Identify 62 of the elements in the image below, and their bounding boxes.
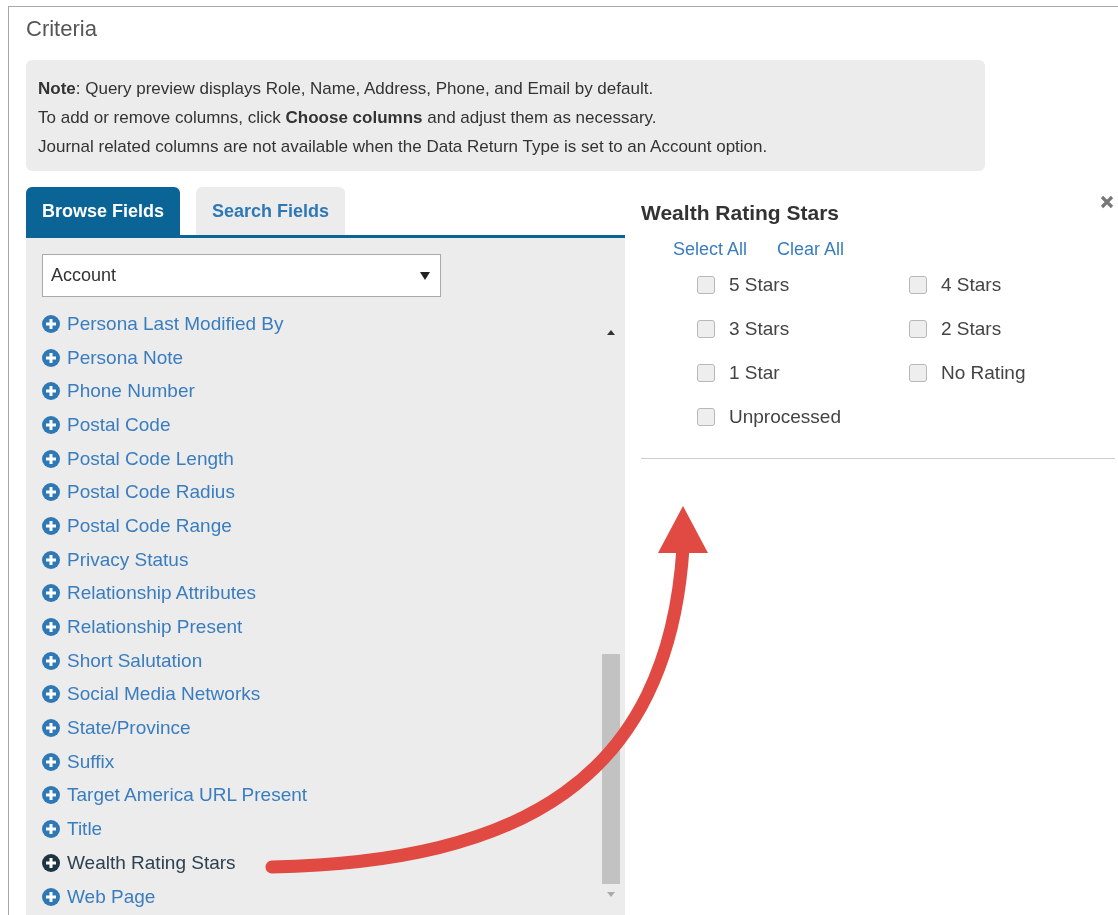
field-item[interactable]: Social Media Networks <box>42 677 261 712</box>
plus-icon <box>42 415 60 434</box>
plus-icon <box>42 449 60 468</box>
tab[interactable]: Search Fields <box>196 187 346 235</box>
field-item[interactable]: Postal Code Range <box>42 509 232 543</box>
plus-icon <box>42 382 60 401</box>
checkbox[interactable] <box>697 364 715 382</box>
plus-icon <box>42 853 60 872</box>
field-item[interactable]: Relationship Attributes <box>42 576 257 611</box>
field-item[interactable]: Target America URL Present <box>42 778 308 813</box>
checkbox[interactable] <box>697 320 715 338</box>
checkbox-label: No Rating <box>941 362 1026 384</box>
plus-icon <box>42 483 60 502</box>
checkbox-label: 4 Stars <box>941 274 1002 296</box>
caret-icon <box>420 271 430 280</box>
checkbox-label: 5 Stars <box>729 274 790 296</box>
category-dropdown[interactable]: Account <box>42 254 441 297</box>
plus-icon <box>42 786 60 805</box>
plus-icon <box>42 752 60 771</box>
plus-icon <box>42 516 60 535</box>
checkbox-label: 1 Star <box>729 362 780 384</box>
checkbox[interactable] <box>697 408 715 426</box>
checkbox[interactable] <box>697 276 715 294</box>
checkbox-label: 3 Stars <box>729 318 790 340</box>
panel-title: Wealth Rating Stars <box>641 201 839 225</box>
action-link[interactable]: Clear All <box>777 239 845 260</box>
field-item[interactable]: Title <box>42 812 103 846</box>
field-item[interactable]: Web Page <box>42 879 156 914</box>
field-item[interactable]: Persona Note <box>42 340 184 375</box>
checkbox[interactable] <box>909 276 927 294</box>
checkbox[interactable] <box>909 320 927 338</box>
plus-icon <box>42 584 60 603</box>
plus-icon <box>42 887 60 906</box>
field-item[interactable]: Phone Number <box>42 374 195 409</box>
plus-icon <box>42 618 60 637</box>
plus-icon <box>42 550 60 569</box>
plus-icon <box>42 651 60 670</box>
checkbox[interactable] <box>909 364 927 382</box>
field-item[interactable]: Suffix <box>42 744 115 779</box>
field-item[interactable]: Postal Code <box>42 408 171 442</box>
note-text: To add or remove columns, click Choose columns and adjust them as necessary. <box>38 107 657 129</box>
field-item[interactable]: Relationship Present <box>42 610 243 644</box>
field-item[interactable]: Wealth Rating Stars <box>42 846 236 880</box>
tab[interactable]: Browse Fields <box>26 187 181 235</box>
checkbox-label: Unprocessed <box>729 406 841 428</box>
field-item[interactable]: Postal Code Radius <box>42 475 235 510</box>
field-item[interactable]: Postal Code Length <box>42 441 234 476</box>
plus-icon <box>42 820 60 839</box>
checkbox-label: 2 Stars <box>941 318 1002 340</box>
note-text: Journal related columns are not available when the Data Return Type is set to an Account option. <box>38 136 768 158</box>
close-icon[interactable] <box>1100 195 1114 209</box>
field-item[interactable]: State/Province <box>42 711 191 745</box>
section-title: Criteria <box>26 16 97 42</box>
plus-icon <box>42 685 60 704</box>
plus-icon <box>42 719 60 738</box>
plus-icon <box>42 314 60 333</box>
plus-icon <box>42 348 60 367</box>
field-item[interactable]: Short Salutation <box>42 643 203 678</box>
field-item[interactable]: Privacy Status <box>42 542 189 577</box>
field-item[interactable]: Persona Last Modified By <box>42 307 284 341</box>
note-text: Note: Query preview displays Role, Name, Address, Phone, and Email by default. <box>38 78 654 100</box>
action-link[interactable]: Select All <box>673 239 748 260</box>
